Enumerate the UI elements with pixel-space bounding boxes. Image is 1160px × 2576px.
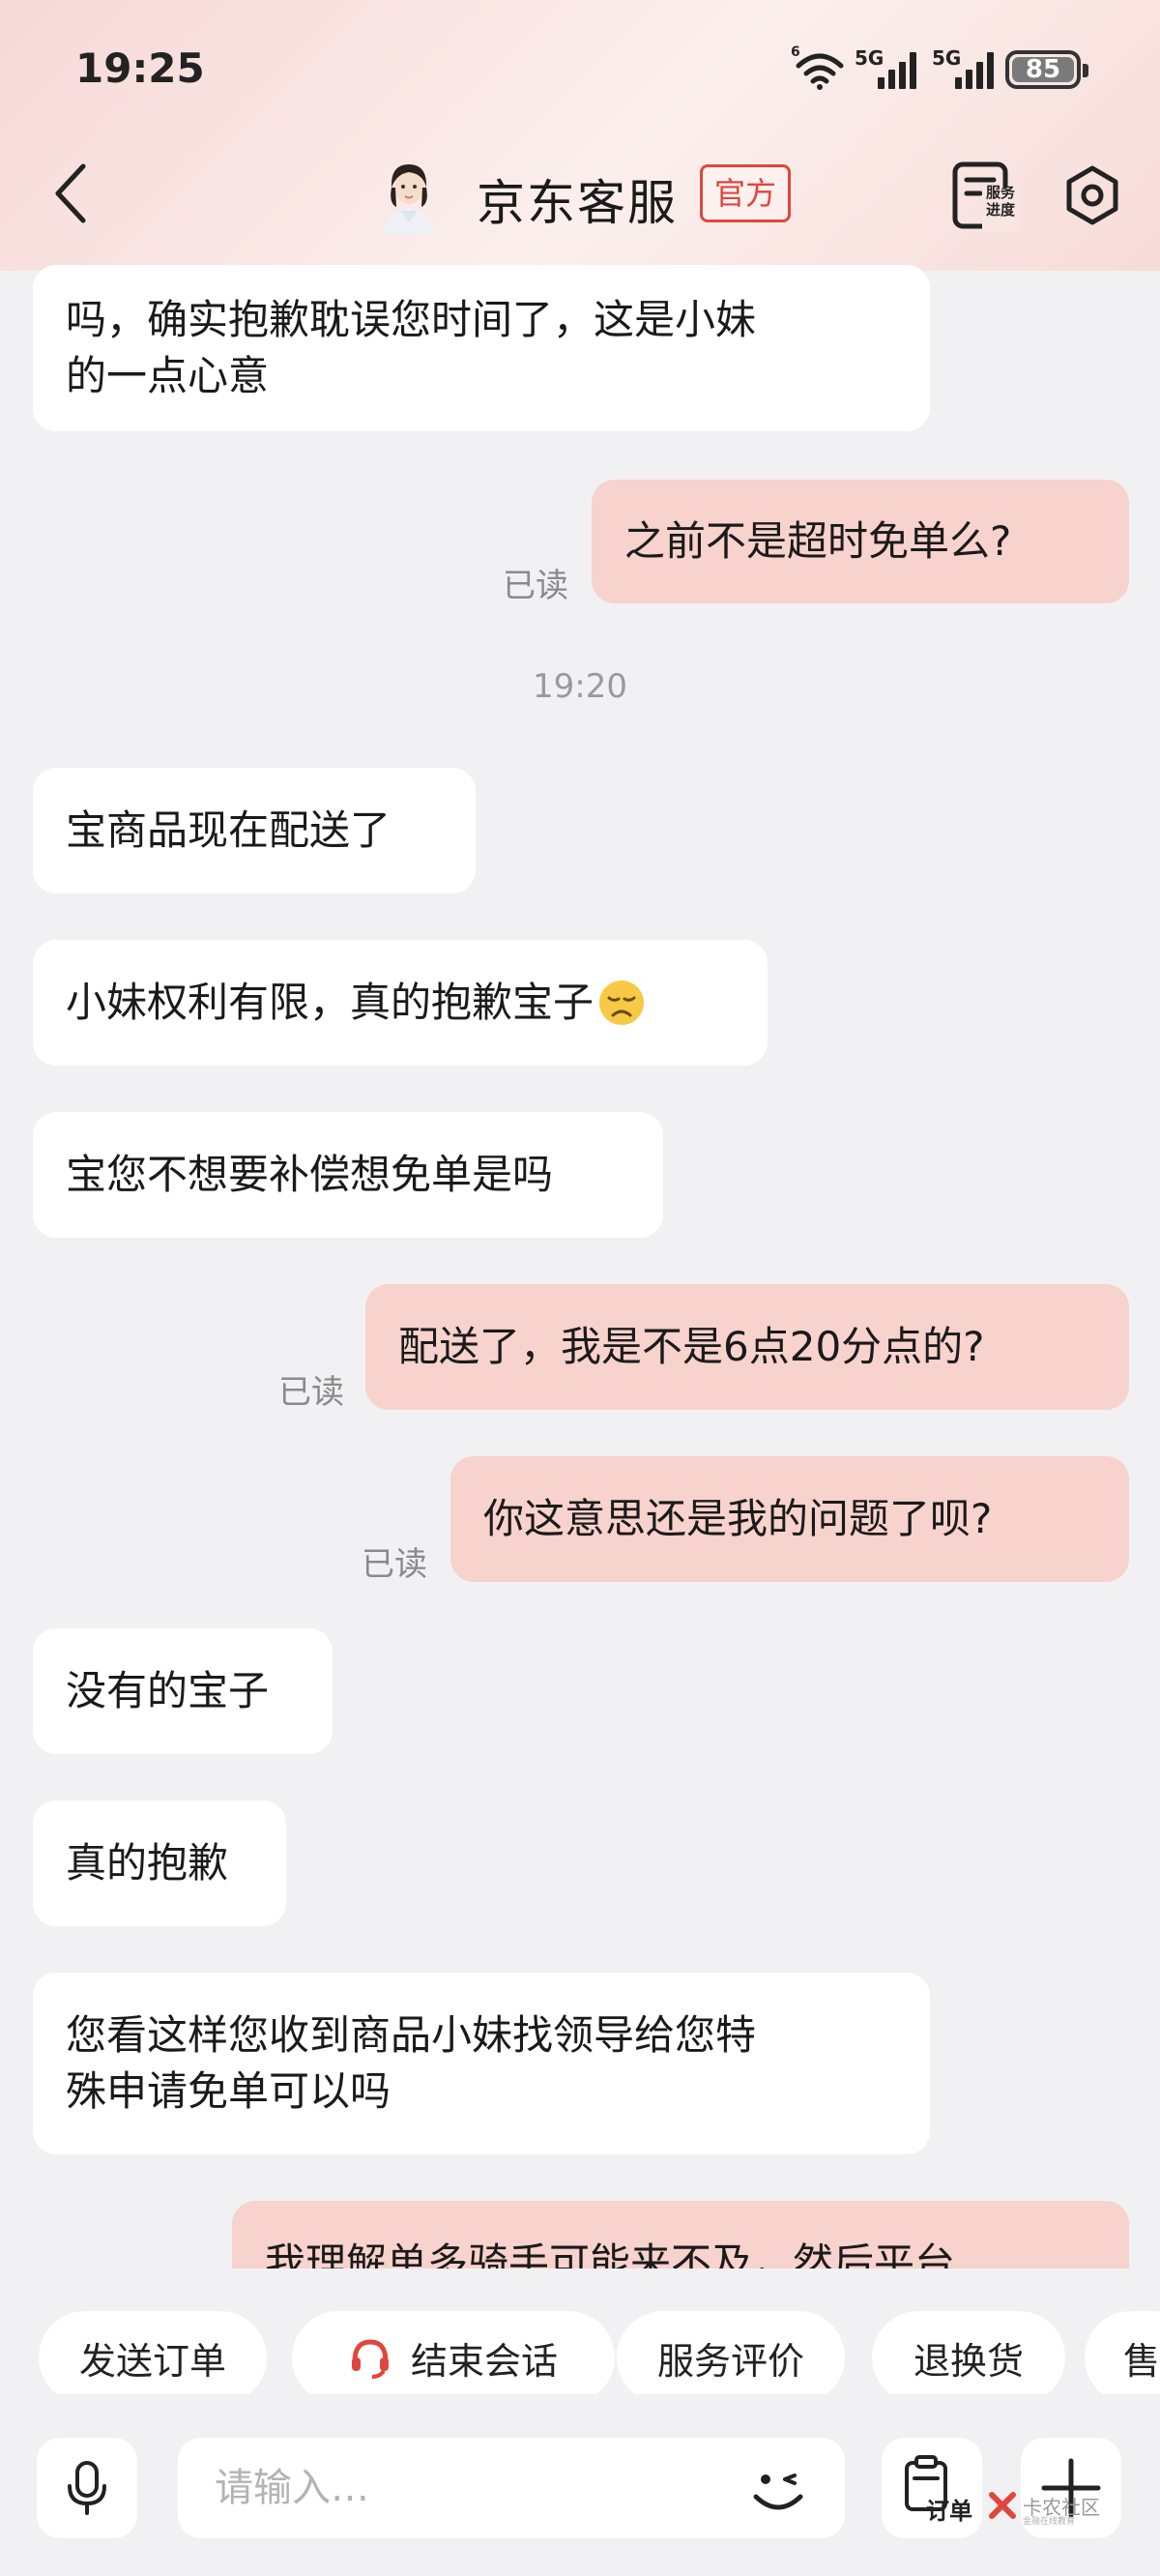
- chevron-left-icon: [55, 163, 86, 223]
- read-receipt: 已读: [362, 1545, 427, 1584]
- message-bubble-outgoing[interactable]: 之前不是超时免单么?: [592, 480, 1129, 603]
- message-bubble-incoming[interactable]: 真的抱歉: [33, 1800, 286, 1926]
- message-text: 你这意思还是我的问题了呗?: [483, 1495, 993, 1542]
- chip-label: 服务评价: [656, 2339, 804, 2383]
- gear-icon: [1066, 165, 1118, 225]
- message-bubble-incoming[interactable]: 没有的宝子: [33, 1628, 333, 1754]
- message-text: 殊申请免单可以吗: [66, 2067, 392, 2115]
- input-bar: 订单: [0, 2394, 1160, 2576]
- emoji-button[interactable]: [744, 2456, 812, 2524]
- message-text: 您看这样您收到商品小妹找领导给您特: [66, 2011, 757, 2059]
- microphone-icon: [68, 2461, 106, 2515]
- service-progress-button[interactable]: 服务 进度: [951, 161, 1019, 232]
- message-text: 之前不是超时免单么?: [624, 517, 1012, 565]
- order-button-label: 订单: [926, 2498, 972, 2525]
- return-exchange-button[interactable]: 退换货: [872, 2311, 1065, 2394]
- chat-title: 京东客服: [477, 175, 678, 231]
- chip-label: 发送订单: [78, 2339, 226, 2383]
- message-text: 小妹权利有限，真的抱歉宝子: [66, 979, 594, 1026]
- message-bubble-incoming[interactable]: 宝商品现在配送了: [33, 768, 476, 893]
- battery-level: 85: [1012, 57, 1074, 82]
- headset-icon: [351, 2339, 389, 2379]
- signal-icon-2: 5G: [932, 46, 1013, 91]
- service-progress-line1: 服务: [985, 184, 1015, 201]
- message-timestamp: 19:20: [533, 667, 627, 706]
- signal-icon-1: 5G: [855, 46, 936, 91]
- quick-action-bar: 发送订单 结束会话 服务评价 退换货 售: [0, 2269, 1160, 2394]
- message-text: 的一点心意: [66, 352, 270, 399]
- message-bubble-outgoing[interactable]: 配送了，我是不是6点20分点的?: [365, 1284, 1129, 1410]
- message-bubble-incoming[interactable]: 您看这样您收到商品小妹找领导给您特 殊申请免单可以吗: [33, 1973, 930, 2154]
- chip-label: 结束会话: [410, 2339, 558, 2383]
- service-progress-line2: 进度: [985, 201, 1015, 219]
- watermark-subtext: 金融在线教育: [1023, 2517, 1076, 2527]
- send-order-button[interactable]: 发送订单: [39, 2311, 267, 2394]
- read-receipt: 已读: [503, 567, 568, 605]
- official-badge: 官方: [700, 164, 792, 222]
- message-bubble-incoming[interactable]: 吗，确实抱歉耽误您时间了，这是小妹 的一点心意: [33, 265, 930, 431]
- wink-face-icon: [753, 2474, 803, 2510]
- read-receipt: 已读: [278, 1373, 344, 1412]
- watermark: 卡农社区 金融在线教育: [988, 2491, 1100, 2527]
- chat-header: 京东客服 官方 服务 进度: [0, 145, 1160, 271]
- chip-label: 售: [1123, 2339, 1160, 2383]
- message-text: 配送了，我是不是6点20分点的?: [398, 1323, 985, 1370]
- watermark-logo-icon: [989, 2492, 1016, 2519]
- back-button[interactable]: [50, 162, 93, 224]
- status-time: 19:25: [75, 44, 205, 92]
- message-text: 没有的宝子: [66, 1667, 270, 1714]
- end-session-button[interactable]: 结束会话: [292, 2311, 615, 2394]
- message-bubble-outgoing[interactable]: 你这意思还是我的问题了呗?: [450, 1456, 1129, 1582]
- message-text: 吗，确实抱歉耽误您时间了，这是小妹: [66, 296, 757, 343]
- service-rating-button[interactable]: 服务评价: [617, 2311, 845, 2394]
- message-bubble-incoming[interactable]: 宝您不想要补偿想免单是吗: [33, 1112, 663, 1238]
- status-bar: 19:25 6 5G 5G 85: [0, 0, 1160, 145]
- agent-avatar[interactable]: [379, 157, 439, 234]
- message-text: 真的抱歉: [66, 1839, 229, 1887]
- chip-label: 退换货: [913, 2339, 1024, 2383]
- after-sales-button[interactable]: 售: [1085, 2311, 1160, 2394]
- settings-button[interactable]: [1061, 164, 1123, 226]
- disappointed-face-icon: [597, 979, 646, 1027]
- message-bubble-incoming[interactable]: 小妹权利有限，真的抱歉宝子: [33, 940, 768, 1066]
- message-text: 宝商品现在配送了: [66, 806, 392, 854]
- message-text: 宝您不想要补偿想免单是吗: [66, 1151, 554, 1198]
- voice-input-button[interactable]: [37, 2438, 137, 2538]
- battery-icon: 85: [1005, 50, 1088, 89]
- order-button[interactable]: 订单: [882, 2438, 982, 2538]
- wifi-icon: 6: [791, 43, 845, 91]
- svg-text:6: 6: [791, 44, 800, 60]
